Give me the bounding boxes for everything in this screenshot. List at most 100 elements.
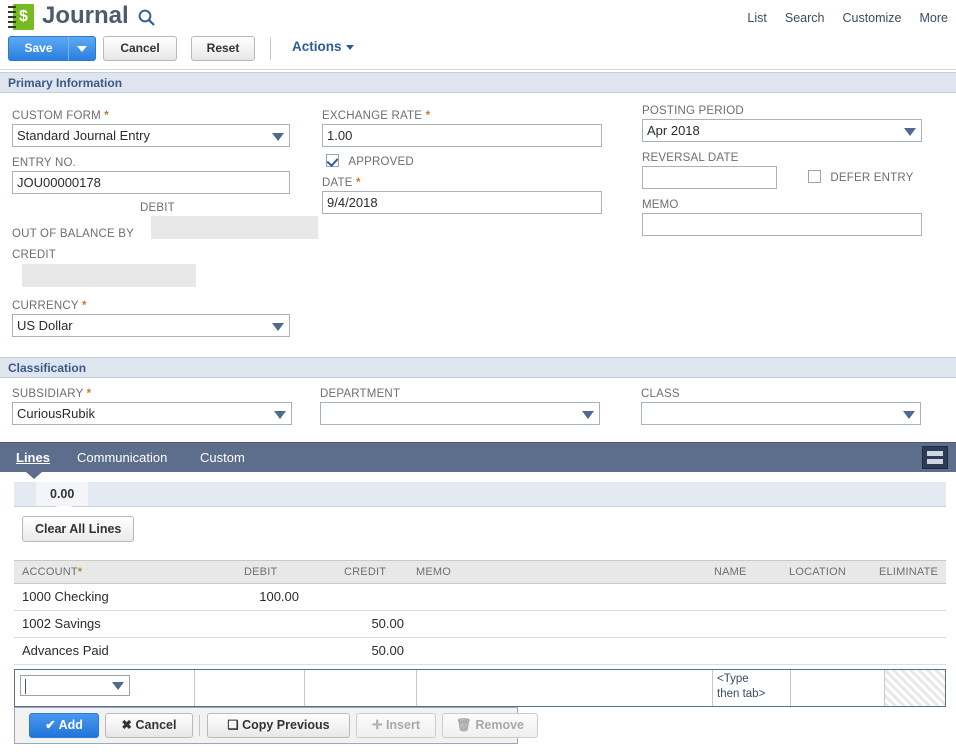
reset-button[interactable]: Reset (191, 36, 255, 61)
line-action-bar: ✔ Add ✖ Cancel ❏ Copy Previous ✛ Insert … (14, 707, 538, 744)
dropdown-arrow-icon (904, 128, 916, 136)
cell-account: Advances Paid (22, 643, 109, 658)
posting-period-select[interactable]: Apr 2018 (642, 119, 922, 142)
edit-cell-name[interactable]: <Type then tab> (713, 670, 791, 706)
text-cursor (25, 679, 26, 694)
edit-cell-account[interactable] (15, 670, 195, 706)
approved-checkbox[interactable] (326, 154, 339, 167)
defer-entry-checkbox[interactable] (808, 170, 821, 183)
tab-lines[interactable]: Lines (16, 443, 50, 474)
tab-communication[interactable]: Communication (77, 443, 167, 472)
x-icon: ✖ (121, 718, 132, 732)
nav-link-customize[interactable]: Customize (842, 11, 901, 25)
tab-custom[interactable]: Custom (200, 443, 245, 472)
posting-period-value: Apr 2018 (647, 123, 700, 138)
cell-debit (229, 638, 299, 664)
toolbar: Save Cancel Reset Actions (0, 36, 956, 70)
primary-information-form: CUSTOM FORM * Standard Journal Entry ENT… (0, 97, 956, 355)
dropdown-arrow-icon (272, 323, 284, 331)
classification-band: Classification (0, 357, 956, 378)
posting-period-field: POSTING PERIOD Apr 2018 (642, 105, 922, 142)
save-button[interactable]: Save (8, 36, 68, 61)
class-label: CLASS (641, 388, 680, 400)
edit-cell-memo[interactable] (417, 670, 713, 706)
tab-bar: Lines Communication Custom (0, 442, 956, 479)
actions-menu[interactable]: Actions (292, 39, 354, 54)
date-value: 9/4/2018 (327, 195, 378, 210)
lines-edit-row[interactable]: <Type then tab> (14, 669, 946, 707)
out-of-balance-label: OUT OF BALANCE BY (12, 228, 135, 240)
entry-no-label: ENTRY NO. (12, 157, 76, 169)
lines-grid: ACCOUNT* DEBIT CREDIT MEMO NAME LOCATION… (14, 560, 946, 665)
name-placeholder-line1: <Type (717, 673, 749, 685)
table-row[interactable]: 1000 Checking 100.00 (14, 584, 946, 611)
exchange-rate-input[interactable]: 1.00 (322, 124, 602, 147)
lines-grid-header: ACCOUNT* DEBIT CREDIT MEMO NAME LOCATION… (14, 560, 946, 584)
active-subtab-pointer (56, 506, 72, 513)
column-header-name: NAME (714, 566, 747, 578)
check-icon: ✔ (45, 718, 56, 732)
currency-label: CURRENCY * (12, 300, 87, 312)
currency-select[interactable]: US Dollar (12, 314, 290, 337)
date-input[interactable]: 9/4/2018 (322, 191, 602, 214)
name-placeholder-line2: then tab> (717, 688, 766, 700)
column-header-credit: CREDIT (344, 566, 387, 578)
page-title: Journal (42, 2, 129, 29)
chevron-down-icon (77, 45, 87, 52)
list-view-icon[interactable] (922, 446, 948, 469)
out-of-balance-credit-label: CREDIT (12, 249, 57, 261)
copy-previous-button[interactable]: ❏ Copy Previous (207, 713, 350, 738)
journal-page: $ Journal List Search Customize More Save C… (0, 0, 956, 752)
trash-icon: 🗑 (456, 718, 472, 732)
date-field: DATE * 9/4/2018 (322, 177, 602, 214)
exchange-rate-value: 1.00 (327, 128, 353, 143)
table-row[interactable]: 1002 Savings 50.00 (14, 611, 946, 638)
cancel-line-label: Cancel (135, 718, 177, 732)
account-combobox[interactable] (20, 675, 130, 696)
nav-link-more[interactable]: More (920, 11, 948, 25)
save-dropdown-button[interactable] (68, 36, 96, 61)
subsidiary-select[interactable]: CuriousRubik (12, 402, 292, 425)
cell-debit (229, 611, 299, 637)
nav-link-list[interactable]: List (747, 11, 766, 25)
copy-icon: ❏ (227, 718, 239, 732)
table-row[interactable]: Advances Paid 50.00 (14, 638, 946, 665)
active-tab-pointer (26, 472, 42, 479)
memo-input[interactable] (642, 213, 922, 236)
edit-cell-credit[interactable] (305, 670, 417, 706)
page-header: $ Journal List Search Customize More (0, 0, 956, 36)
clear-all-lines-button[interactable]: Clear All Lines (22, 516, 135, 542)
dropdown-arrow-icon (272, 133, 284, 141)
column-header-memo: MEMO (416, 566, 452, 578)
column-header-eliminate: ELIMINATE (879, 566, 939, 578)
department-select[interactable] (320, 402, 600, 425)
journal-dollar-icon: $ (8, 4, 34, 30)
search-icon[interactable] (137, 8, 157, 28)
reversal-date-input[interactable] (642, 166, 777, 189)
nav-link-search[interactable]: Search (785, 11, 825, 25)
cell-debit: 100.00 (259, 589, 299, 604)
tab-custom-label: Custom (200, 450, 245, 465)
header-nav-links: List Search Customize More (747, 11, 948, 25)
entry-no-input[interactable]: JOU00000178 (12, 171, 290, 194)
add-line-button[interactable]: ✔ Add (29, 713, 99, 738)
edit-cell-debit[interactable] (195, 670, 305, 706)
dropdown-arrow-icon (274, 411, 286, 419)
caret-down-icon (345, 44, 354, 50)
edit-cell-location[interactable] (791, 670, 885, 706)
custom-form-select[interactable]: Standard Journal Entry (12, 124, 290, 147)
entry-no-field: ENTRY NO. JOU00000178 (12, 157, 290, 194)
subtab-total[interactable]: 0.00 (36, 482, 89, 506)
custom-form-field: CUSTOM FORM * Standard Journal Entry (12, 110, 290, 147)
cell-credit: 50.00 (371, 616, 404, 631)
subsidiary-field: SUBSIDIARY * CuriousRubik (12, 388, 292, 425)
entry-no-value: JOU00000178 (17, 175, 101, 190)
tab-lines-label: Lines (16, 450, 50, 465)
cancel-button[interactable]: Cancel (103, 36, 177, 61)
cancel-line-button[interactable]: ✖ Cancel (105, 713, 193, 738)
plus-icon: ✛ (371, 718, 383, 732)
approved-field: APPROVED (326, 154, 414, 168)
class-select[interactable] (641, 402, 921, 425)
exchange-rate-field: EXCHANGE RATE * 1.00 (322, 110, 602, 147)
subsidiary-label: SUBSIDIARY * (12, 388, 92, 400)
